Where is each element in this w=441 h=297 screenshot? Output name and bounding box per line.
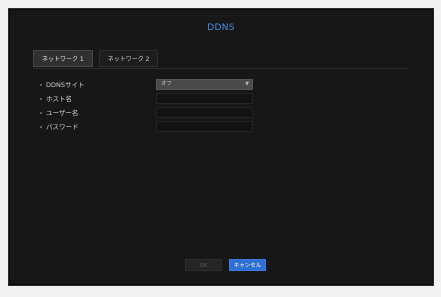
host-name-input[interactable]	[156, 93, 253, 104]
password-input[interactable]	[156, 121, 253, 132]
row-password: パスワード	[33, 121, 293, 134]
tab-network-2[interactable]: ネットワーク 2	[98, 50, 159, 67]
row-ddns-site: DDNSサイト オフ ▼	[33, 79, 293, 92]
dialog-buttons: OK キャンセル	[185, 259, 266, 271]
row-user-name: ユーザー名	[33, 107, 293, 120]
tab-network-1[interactable]: ネットワーク 1	[33, 50, 93, 67]
password-label: パスワード	[46, 123, 79, 131]
user-name-label: ユーザー名	[46, 109, 79, 117]
ddns-site-select[interactable]: オフ ▼	[156, 79, 253, 90]
ok-button[interactable]: OK	[185, 259, 222, 271]
row-host-name: ホスト名	[33, 93, 293, 106]
bullet-icon	[40, 112, 42, 114]
bullet-icon	[40, 98, 42, 100]
chevron-down-icon: ▼	[245, 81, 249, 87]
ddns-site-label: DDNSサイト	[46, 81, 85, 89]
ddns-dialog: DDNS ネットワーク 1 ネットワーク 2 DDNSサイト オフ ▼ ホスト名…	[8, 8, 434, 286]
network-tabs: ネットワーク 1 ネットワーク 2	[33, 50, 159, 67]
ddns-site-value: オフ	[161, 81, 173, 87]
user-name-input[interactable]	[156, 107, 253, 118]
settings-panel: DDNSサイト オフ ▼ ホスト名 ユーザー名 パスワード	[33, 68, 408, 264]
bullet-icon	[40, 126, 42, 128]
host-name-label: ホスト名	[46, 95, 72, 103]
dialog-title: DDNS	[207, 23, 235, 33]
cancel-button[interactable]: キャンセル	[229, 259, 266, 271]
bullet-icon	[40, 84, 42, 86]
